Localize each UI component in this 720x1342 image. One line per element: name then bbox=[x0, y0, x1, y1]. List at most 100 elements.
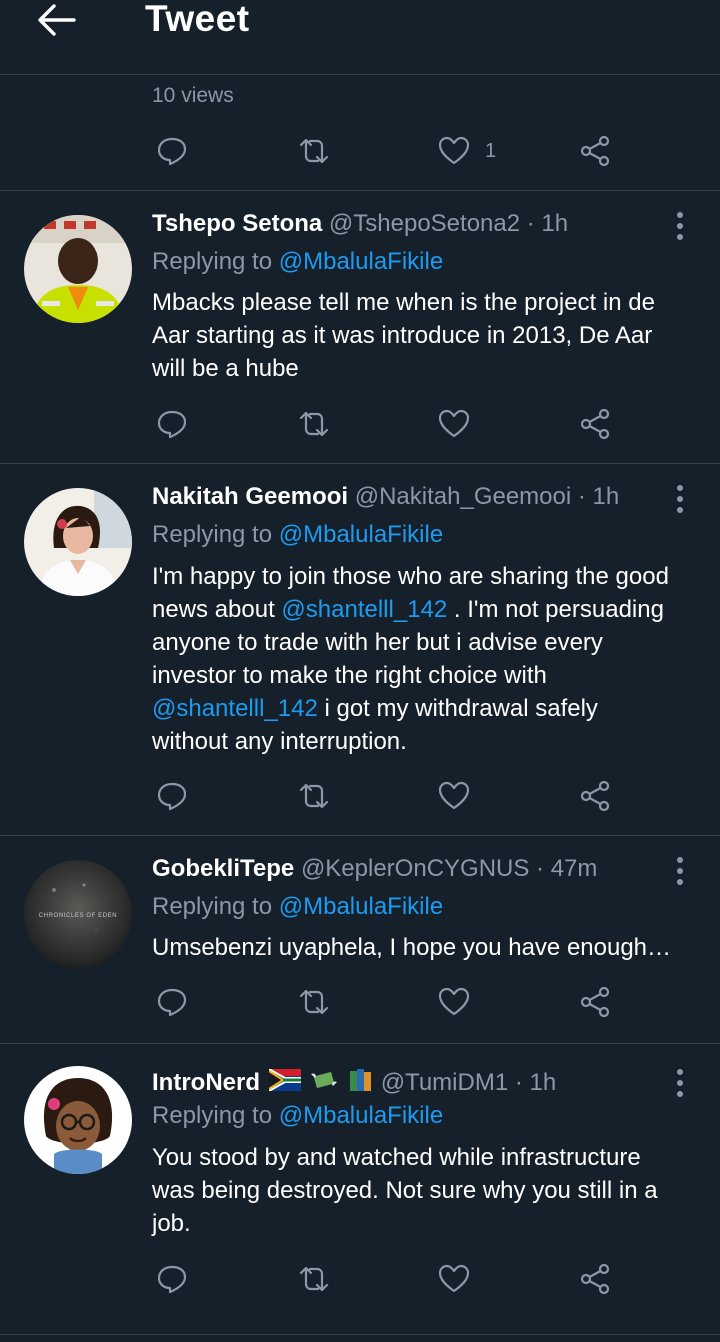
tweet-line: @shantelll_142 i got my withdrawal safel… bbox=[152, 692, 697, 725]
retweet-button[interactable] bbox=[297, 131, 331, 171]
mention-link[interactable]: @shantelll_142 bbox=[152, 695, 318, 722]
south-africa-flag-icon bbox=[268, 1068, 302, 1098]
more-options-button[interactable] bbox=[668, 209, 692, 243]
reply-icon bbox=[157, 137, 187, 166]
tweet-actions bbox=[0, 404, 720, 444]
handle-and-time: @KeplerOnCYGNUS · 47m bbox=[300, 855, 598, 882]
reply-button[interactable] bbox=[155, 131, 189, 171]
share-button[interactable] bbox=[578, 982, 612, 1022]
heart-icon bbox=[438, 987, 470, 1016]
arrow-left-icon bbox=[38, 4, 76, 36]
avatar[interactable] bbox=[24, 1066, 132, 1174]
avatar[interactable] bbox=[24, 488, 132, 596]
display-name[interactable]: Nakitah Geemooi bbox=[152, 483, 348, 510]
tweet-line: investor to make the right choice with bbox=[152, 662, 547, 689]
tweet-text: I'm happy to join those who are sharing … bbox=[152, 560, 697, 758]
back-button[interactable] bbox=[34, 0, 80, 40]
display-name[interactable]: IntroNerd bbox=[152, 1069, 260, 1096]
tweet-line: Umsebenzi uyaphela, I hope you have enou… bbox=[152, 934, 672, 961]
divider bbox=[0, 190, 720, 191]
display-name[interactable]: GobekliTepe bbox=[152, 855, 294, 882]
share-button[interactable] bbox=[578, 404, 612, 444]
tweet-line: Aar starting as it was introduce in 2013… bbox=[152, 322, 653, 349]
tweet-line: anyone to trade with her but i advise ev… bbox=[152, 629, 603, 656]
avatar[interactable] bbox=[24, 215, 132, 323]
like-button[interactable]: 1 bbox=[437, 131, 496, 171]
share-icon bbox=[580, 135, 610, 167]
reply-icon bbox=[157, 1265, 187, 1294]
like-button[interactable] bbox=[437, 776, 471, 816]
replying-to: Replying to @MbalulaFikile bbox=[152, 1102, 443, 1130]
top-bar: Tweet bbox=[0, 0, 720, 75]
avatar-photo: CHRONICLES OF EDEN bbox=[24, 860, 132, 968]
like-button[interactable] bbox=[437, 982, 471, 1022]
reply-header: Tshepo Setona @TshepoSetona2 · 1h bbox=[152, 210, 568, 238]
avatar[interactable]: CHRONICLES OF EDEN bbox=[24, 860, 132, 968]
reply-button[interactable] bbox=[155, 404, 189, 444]
tweet-actions bbox=[0, 776, 720, 816]
like-count: 1 bbox=[485, 139, 497, 162]
like-button[interactable] bbox=[437, 1259, 471, 1299]
divider bbox=[0, 1334, 720, 1335]
share-icon bbox=[580, 408, 610, 440]
reply-header: GobekliTepe @KeplerOnCYGNUS · 47m bbox=[152, 855, 597, 883]
share-icon bbox=[580, 780, 610, 812]
heart-icon bbox=[438, 1264, 470, 1293]
retweet-button[interactable] bbox=[297, 1259, 331, 1299]
tweet-line: without any interruption. bbox=[152, 728, 407, 755]
like-button[interactable] bbox=[437, 404, 471, 444]
share-button[interactable] bbox=[578, 131, 612, 171]
avatar-photo bbox=[24, 1066, 132, 1174]
retweet-icon bbox=[299, 1266, 329, 1292]
reply-icon bbox=[157, 782, 187, 811]
retweet-button[interactable] bbox=[297, 404, 331, 444]
reply-icon bbox=[157, 410, 187, 439]
books-icon bbox=[348, 1067, 374, 1100]
tweet-text-segment: i got my withdrawal safely bbox=[317, 695, 598, 722]
mention-link[interactable]: @MbalulaFikile bbox=[279, 1102, 443, 1129]
tweet-line: was being destroyed. Not sure why you st… bbox=[152, 1177, 658, 1204]
divider bbox=[0, 463, 720, 464]
views-count: 10 views bbox=[152, 84, 234, 107]
mention-link[interactable]: @MbalulaFikile bbox=[279, 521, 443, 548]
display-name[interactable]: Tshepo Setona bbox=[152, 210, 322, 237]
tweet-line: I'm happy to join those who are sharing … bbox=[152, 563, 669, 590]
share-button[interactable] bbox=[578, 1259, 612, 1299]
tweet-text-segment: . I'm not persuading bbox=[447, 596, 664, 623]
reply-icon bbox=[157, 988, 187, 1017]
replying-to: Replying to @MbalulaFikile bbox=[152, 893, 443, 921]
handle-and-time: @TumiDM1 · 1h bbox=[380, 1068, 557, 1096]
tweet-line: Mbacks please tell me when is the projec… bbox=[152, 289, 655, 316]
tweet-line: will be a hube bbox=[152, 355, 299, 382]
tweet-text: Mbacks please tell me when is the projec… bbox=[152, 286, 697, 385]
more-options-button[interactable] bbox=[668, 854, 692, 888]
divider bbox=[0, 1043, 720, 1044]
retweet-icon bbox=[299, 138, 329, 164]
tweet-text-segment: news about bbox=[152, 596, 282, 623]
money-with-wings-icon bbox=[309, 1068, 339, 1099]
avatar-photo bbox=[24, 215, 132, 323]
reply-button[interactable] bbox=[155, 776, 189, 816]
share-icon bbox=[580, 1263, 610, 1295]
reply-button[interactable] bbox=[155, 1259, 189, 1299]
heart-icon bbox=[438, 136, 470, 165]
heart-icon bbox=[438, 781, 470, 810]
mention-link[interactable]: @shantelll_142 bbox=[281, 596, 447, 623]
tweet-line: news about @shantelll_142 . I'm not pers… bbox=[152, 593, 697, 626]
tweet-text: Umsebenzi uyaphela, I hope you have enou… bbox=[152, 931, 697, 964]
retweet-button[interactable] bbox=[297, 776, 331, 816]
replying-to: Replying to @MbalulaFikile bbox=[152, 521, 443, 549]
mention-link[interactable]: @MbalulaFikile bbox=[279, 893, 443, 920]
tweet-actions bbox=[0, 1259, 720, 1299]
tweet-line: job. bbox=[152, 1210, 191, 1237]
reply-button[interactable] bbox=[155, 982, 189, 1022]
mention-link[interactable]: @MbalulaFikile bbox=[279, 248, 443, 275]
replying-prefix: Replying to bbox=[152, 521, 273, 548]
more-options-button[interactable] bbox=[668, 482, 692, 516]
replying-prefix: Replying to bbox=[152, 893, 273, 920]
tweet-text: You stood by and watched while infrastru… bbox=[152, 1141, 697, 1240]
divider bbox=[0, 835, 720, 836]
retweet-button[interactable] bbox=[297, 982, 331, 1022]
more-options-button[interactable] bbox=[668, 1066, 692, 1100]
share-button[interactable] bbox=[578, 776, 612, 816]
